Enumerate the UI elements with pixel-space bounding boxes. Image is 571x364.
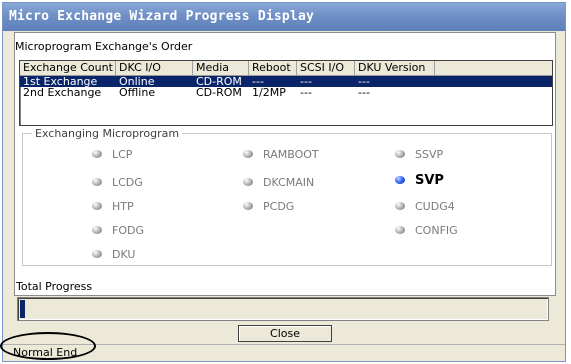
table-row[interactable]: 2nd Exchange Offline CD-ROM 1/2MP --- --… [20,87,552,98]
cell-reboot: 1/2MP [252,86,286,99]
status-led-icon [395,150,405,158]
order-section-label: Microprogram Exchange's Order [15,40,193,53]
program-config: CONFIG [395,224,458,238]
program-label: DKCMAIN [263,176,315,189]
cell-exchange-count: 2nd Exchange [23,86,102,99]
window-title: Micro Exchange Wizard Progress Display [9,9,315,24]
program-label: SVP [415,173,444,188]
program-cudg4: CUDG4 [395,200,455,214]
program-dkcmain: DKCMAIN [243,176,314,190]
program-lcdg: LCDG [92,176,143,190]
close-button[interactable]: Close [238,325,332,342]
program-label: CUDG4 [415,200,455,213]
order-list-header: Exchange Count DKC I/O Media Reboot SCSI… [20,61,552,76]
program-label: CONFIG [415,224,458,237]
status-led-icon [243,178,253,186]
cell-dkc-io: Offline [119,86,156,99]
active-led-icon [395,175,405,184]
program-svp: SVP [395,174,444,188]
status-led-icon [395,226,405,234]
program-lcp: LCP [92,148,132,162]
column-header-scsi-io[interactable]: SCSI I/O [297,61,355,75]
cell-media: CD-ROM [196,86,242,99]
status-led-icon [92,250,102,258]
status-led-icon [243,202,253,210]
program-htp: HTP [92,200,134,214]
title-bar: Micro Exchange Wizard Progress Display [3,3,565,31]
column-header-reboot[interactable]: Reboot [249,61,297,75]
column-header-exchange-count[interactable]: Exchange Count [20,61,116,75]
status-led-icon [395,202,405,210]
column-header-dku-version[interactable]: DKU Version [355,61,435,75]
program-fodg: FODG [92,224,144,238]
progress-fill [20,300,25,318]
exchanging-group-label: Exchanging Microprogram [32,127,183,140]
program-ssvp: SSVP [395,148,443,162]
program-label: LCDG [112,176,143,189]
program-label: DKU [112,248,136,261]
program-label: HTP [112,200,134,213]
highlight-ellipse [0,332,96,360]
program-dku: DKU [92,248,135,262]
program-label: LCP [112,148,133,161]
status-led-icon [92,226,102,234]
program-label: PCDG [263,200,295,213]
status-led-icon [92,150,102,158]
order-list[interactable]: Exchange Count DKC I/O Media Reboot SCSI… [19,60,553,126]
status-led-icon [243,150,253,158]
total-progress-bar [17,297,549,321]
status-led-icon [92,202,102,210]
program-label: RAMBOOT [263,148,319,161]
program-label: FODG [112,224,144,237]
column-header-media[interactable]: Media [193,61,249,75]
status-led-icon [92,178,102,186]
column-header-dkc-io[interactable]: DKC I/O [116,61,193,75]
program-label: SSVP [415,148,444,161]
program-ramboot: RAMBOOT [243,148,319,162]
cell-dku-version: --- [358,86,370,99]
program-pcdg: PCDG [243,200,294,214]
total-progress-label: Total Progress [16,280,93,293]
cell-scsi-io: --- [300,86,312,99]
